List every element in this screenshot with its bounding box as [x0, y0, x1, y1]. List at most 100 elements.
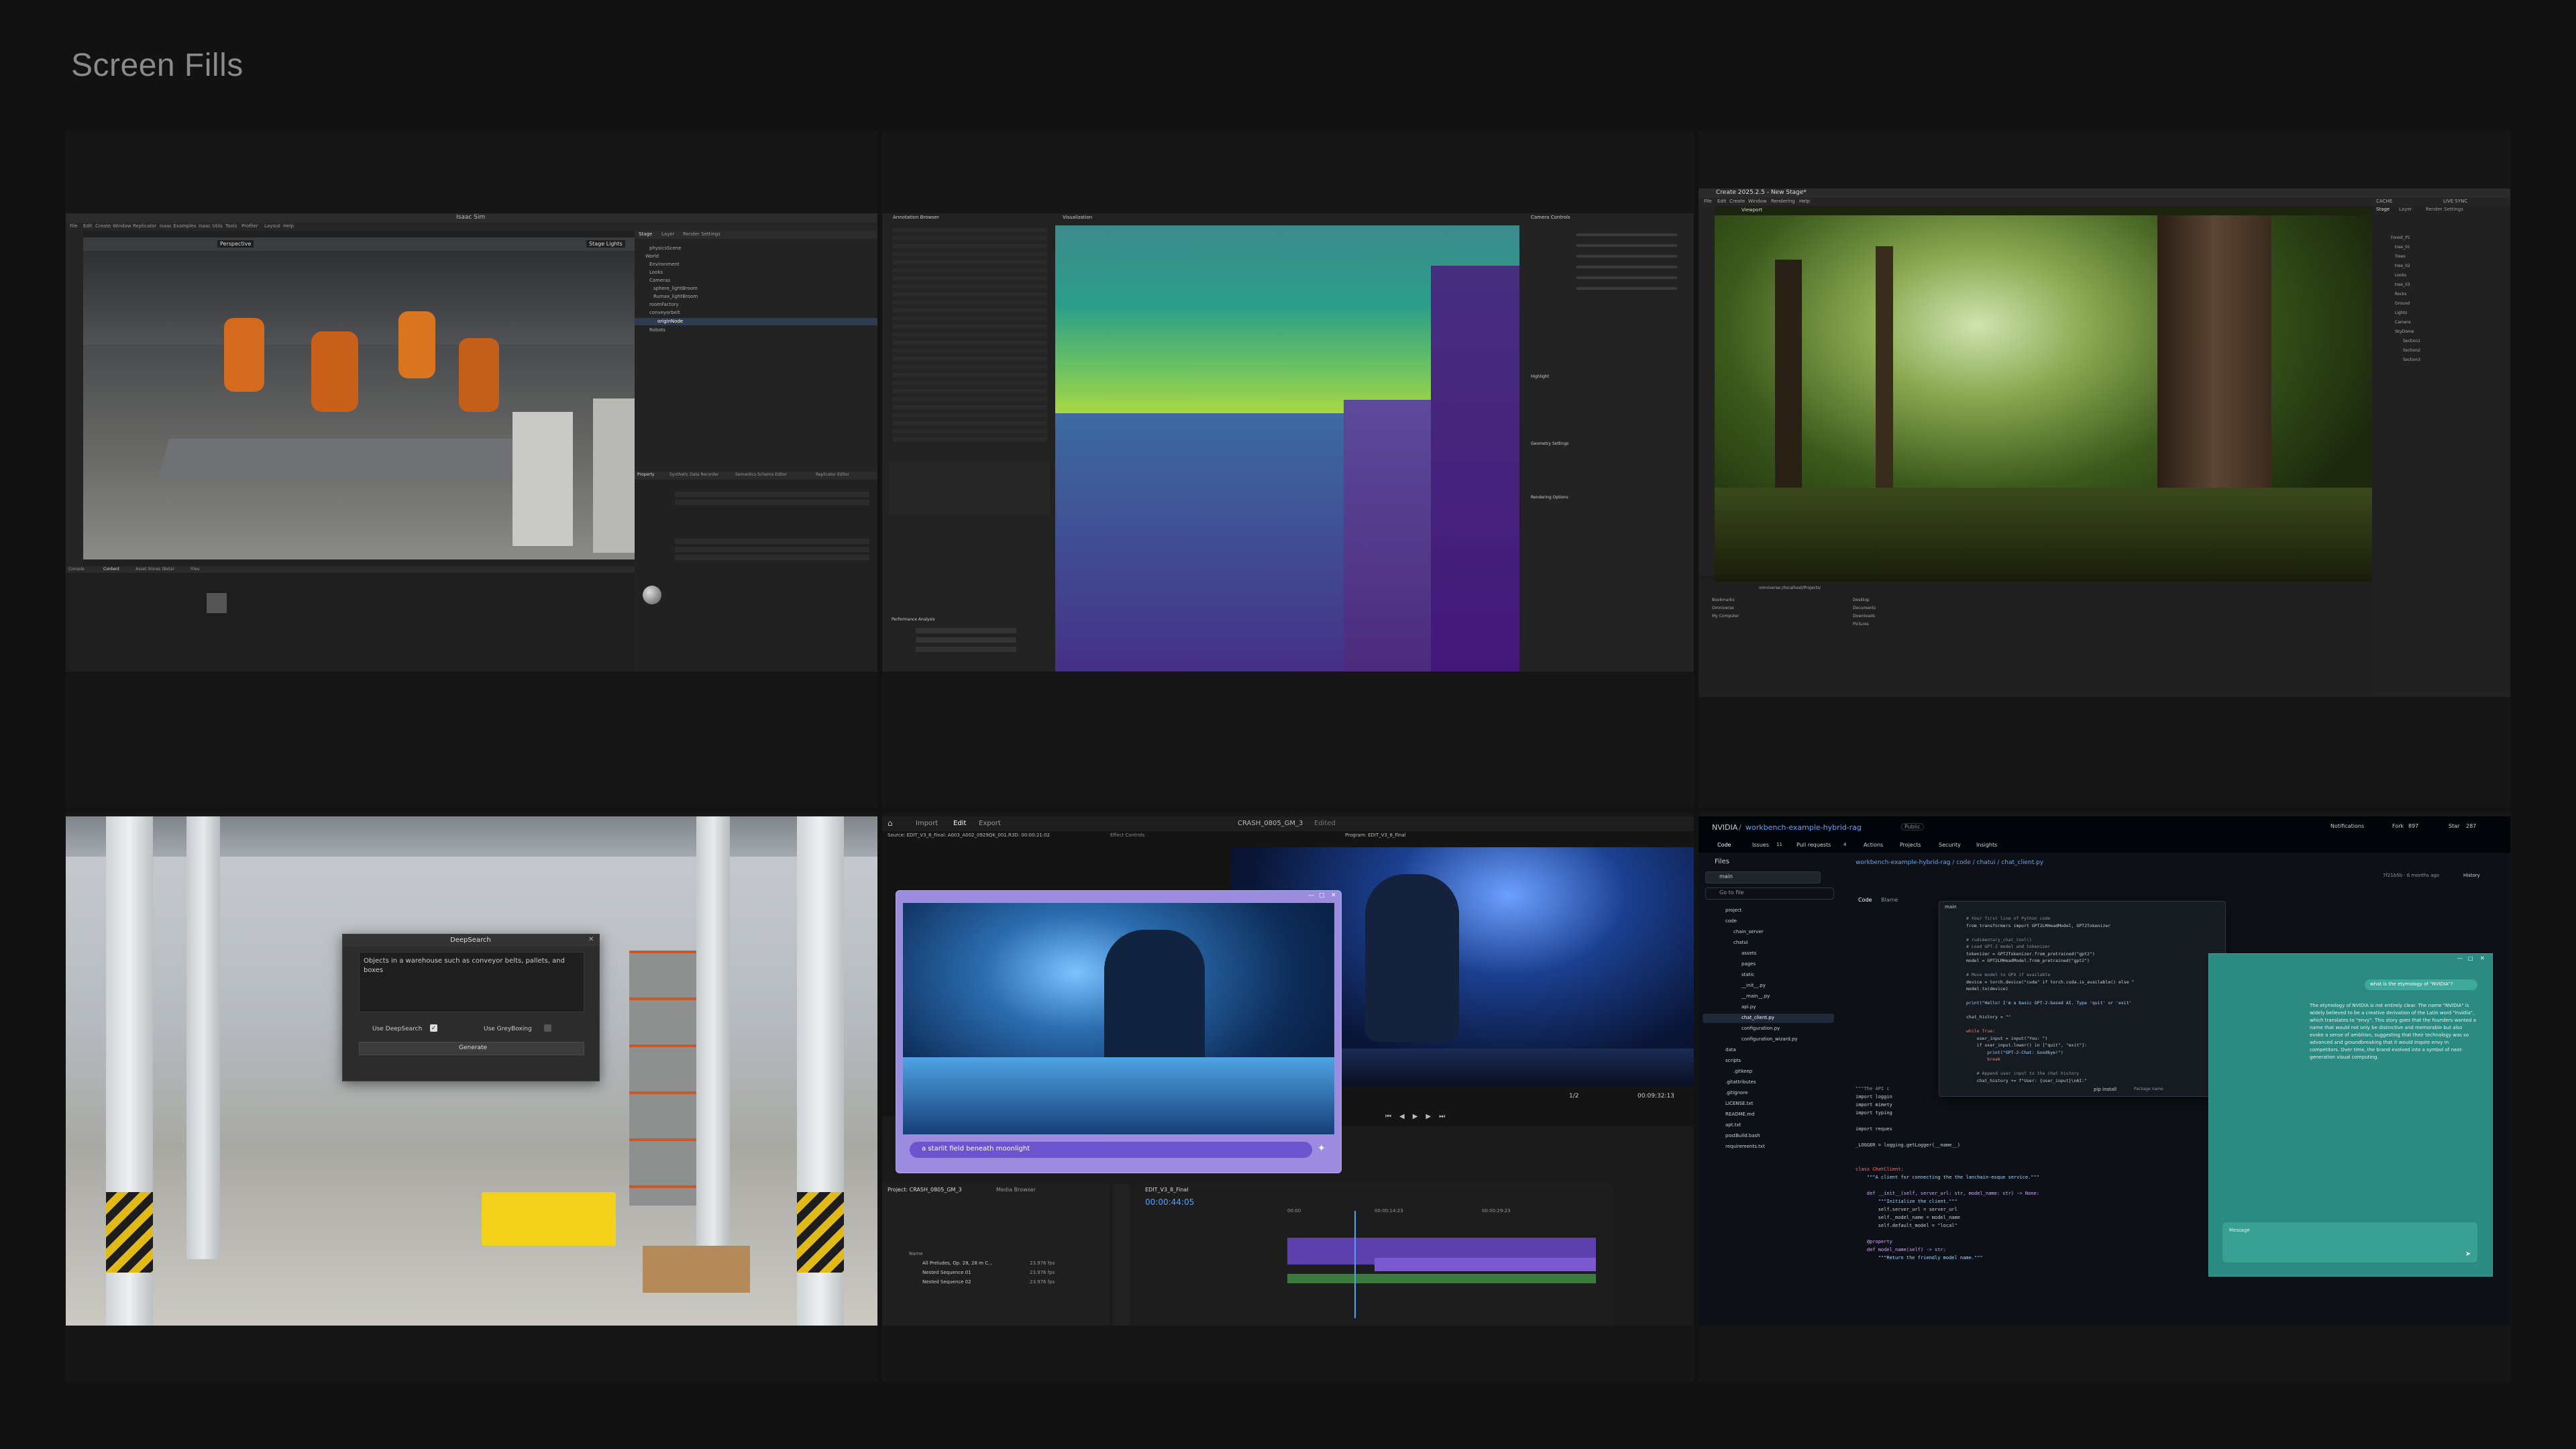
code-tab-blame[interactable]: Blame — [1881, 897, 1898, 903]
dialog-close-icon[interactable]: ✕ — [1331, 892, 1336, 899]
live-sync-label[interactable]: LIVE SYNC — [2443, 199, 2467, 204]
tree-item[interactable]: api.py — [1741, 1004, 1756, 1010]
generative-extend-dialog[interactable]: — □ ✕ a starlit field beneath moonlight … — [896, 890, 1342, 1173]
content-bookmark[interactable]: Bookmarks — [1712, 598, 1735, 602]
chat-close-icon[interactable]: ✕ — [2480, 955, 2485, 961]
cache-label[interactable]: CACHE — [2376, 199, 2392, 204]
tree-item[interactable]: Forest_P1 — [2391, 235, 2410, 240]
tree-item[interactable]: .gitattributes — [1725, 1079, 1756, 1085]
isaac-menu-4[interactable]: Replicator — [133, 223, 156, 229]
deepsearch-dialog[interactable]: DeepSearch ✕ Objects in a warehouse such… — [342, 934, 600, 1081]
prompt-input[interactable]: a starlit field beneath moonlight — [910, 1142, 1312, 1158]
tree-item[interactable]: requirements.txt — [1725, 1144, 1765, 1149]
isaac-menu-5[interactable]: Isaac Examples — [160, 223, 196, 229]
create-tab-layer[interactable]: Layer — [2399, 207, 2412, 212]
tree-item[interactable]: chatui — [1733, 940, 1748, 945]
stage-item[interactable]: Environment — [649, 262, 680, 267]
isaac-menu-8[interactable]: Profiler — [241, 223, 258, 229]
home-icon[interactable]: ⌂ — [888, 818, 893, 828]
property-field[interactable] — [675, 492, 869, 497]
star-button[interactable]: Star — [2449, 823, 2459, 829]
tree-item[interactable]: Camera — [2395, 320, 2411, 325]
zoom-level[interactable]: 1/2 — [1569, 1093, 1578, 1099]
tree-item[interactable]: data — [1725, 1047, 1736, 1053]
nav-import[interactable]: Import — [916, 820, 938, 827]
use-greyboxing-checkbox[interactable] — [544, 1024, 551, 1032]
isaac-menu-6[interactable]: Isaac Utils — [199, 223, 223, 229]
code-popup[interactable]: main # Your first line of Python code fr… — [1939, 901, 2226, 1097]
performance-section[interactable]: Performance Analysis — [892, 617, 935, 622]
close-icon[interactable]: ✕ — [588, 936, 594, 943]
tree-item[interactable]: tree_03 — [2395, 282, 2410, 287]
fork-button[interactable]: Fork — [2392, 823, 2404, 829]
tree-item[interactable]: scripts — [1725, 1058, 1741, 1063]
goto-file-input[interactable]: Go to file — [1705, 888, 1834, 900]
bin-item[interactable]: Nested Sequence 02 — [922, 1279, 971, 1285]
annotation-list[interactable] — [893, 228, 1047, 443]
project-panel[interactable]: Project: CRASH_0805_GM_3 Media Browser N… — [882, 1184, 1110, 1326]
slider[interactable] — [1576, 244, 1677, 247]
slider[interactable] — [1576, 276, 1677, 279]
premiere-screenshot[interactable]: ⌂ Import Edit Export CRASH_0805_GM_3 Edi… — [882, 816, 1694, 1326]
create-screenshot[interactable]: Create 2025.2.5 - New Stage* File Edit C… — [1699, 189, 2510, 697]
isaac-stage-panel[interactable]: Stage Layer Render Settings physicsScene… — [635, 231, 877, 486]
tree-item[interactable]: tree_02 — [2395, 264, 2410, 268]
folder-item[interactable]: Desktop — [1853, 598, 1870, 602]
perf-button[interactable] — [916, 647, 1016, 652]
create-viewport[interactable]: Viewport — [1715, 206, 2372, 582]
create-tab-render[interactable]: Render Settings — [2426, 207, 2463, 212]
nav-export[interactable]: Export — [979, 820, 1001, 827]
project-panel-title[interactable]: Project: CRASH_0805_GM_3 — [888, 1187, 962, 1193]
tree-item[interactable]: chain_server — [1733, 929, 1764, 934]
slider[interactable] — [1576, 255, 1677, 258]
tree-item[interactable]: Rocks — [2395, 292, 2406, 297]
annotation-browser-panel[interactable]: Annotation Browser Performance Analysis — [882, 213, 1053, 672]
viewport-tab[interactable]: Viewport — [1741, 207, 1762, 213]
transport-controls[interactable]: ⏮◀▶▶⏭ — [1385, 1113, 1453, 1120]
content-omniverse[interactable]: Omniverse — [1712, 606, 1734, 610]
media-browser-tab[interactable]: Media Browser — [996, 1187, 1036, 1193]
isaac-menu-0[interactable]: File — [70, 223, 78, 229]
tree-item[interactable]: .gitignore — [1725, 1090, 1748, 1095]
timeline-tab[interactable]: EDIT_V3_8_Final — [1145, 1187, 1189, 1193]
stage-item-selected[interactable]: originNode — [635, 318, 877, 325]
tab-stage[interactable]: Stage — [639, 231, 652, 237]
dialog-maximize-icon[interactable]: □ — [1319, 892, 1325, 899]
tab-render-settings[interactable]: Render Settings — [683, 231, 720, 237]
isaac-stage-lights[interactable]: Stage Lights — [586, 240, 625, 248]
send-icon[interactable]: ➤ — [2465, 1250, 2471, 1258]
track-audio[interactable] — [1287, 1274, 1596, 1283]
use-deepsearch-checkbox[interactable]: ✓ — [430, 1024, 437, 1032]
isaac-content-panel[interactable]: Console Content Asset Stores (Beta) File… — [66, 566, 635, 672]
tab-projects[interactable]: Projects — [1900, 842, 1921, 848]
file-tree[interactable]: Files main Go to file project code chain… — [1699, 853, 1840, 1326]
isaac-menu-10[interactable]: Help — [283, 223, 294, 229]
slider[interactable] — [1576, 233, 1677, 236]
tab-asset-stores[interactable]: Asset Stores (Beta) — [136, 567, 174, 572]
tree-item[interactable]: tree_01 — [2395, 245, 2410, 250]
stage-item[interactable]: physicsScene — [649, 246, 681, 251]
isaac-menu-9[interactable]: Layout — [264, 223, 280, 229]
content-my-computer[interactable]: My Computer — [1712, 614, 1739, 619]
property-field[interactable] — [675, 555, 869, 560]
stage-item[interactable]: World — [645, 254, 659, 259]
github-screenshot[interactable]: NVIDIA / workbench-example-hybrid-rag Pu… — [1699, 816, 2510, 1326]
stage-item[interactable]: sphere_lightBroom — [653, 286, 698, 291]
timeline-panel[interactable]: EDIT_V3_8_Final 00:00:44:05 00:00 00:00:… — [1133, 1184, 1613, 1326]
tree-item[interactable]: Section1 — [2403, 339, 2420, 343]
create-menu-4[interactable]: Rendering — [1771, 199, 1795, 204]
create-menu-0[interactable]: File — [1704, 199, 1712, 204]
folder-item[interactable]: Documents — [1853, 606, 1876, 610]
tree-item[interactable]: Trees — [2395, 254, 2406, 259]
tab-issues[interactable]: Issues — [1752, 842, 1769, 848]
tree-item[interactable]: LICENSE.txt — [1725, 1101, 1753, 1106]
tree-item[interactable]: Looks — [2395, 273, 2406, 278]
rendering-section[interactable]: Rendering Options — [1531, 495, 1568, 500]
isaac-sim-screenshot[interactable]: Isaac Sim File Edit Create Window Replic… — [66, 213, 877, 672]
property-field[interactable] — [675, 500, 869, 505]
isaac-menu-7[interactable]: Tools — [225, 223, 237, 229]
popup-footer[interactable]: pip install — [2094, 1087, 2116, 1092]
branch-selector[interactable]: main — [1705, 871, 1821, 883]
create-content-browser[interactable]: omniverse://localhost/Projects/ Bookmark… — [1699, 582, 2372, 697]
tab-insights[interactable]: Insights — [1976, 842, 1997, 848]
